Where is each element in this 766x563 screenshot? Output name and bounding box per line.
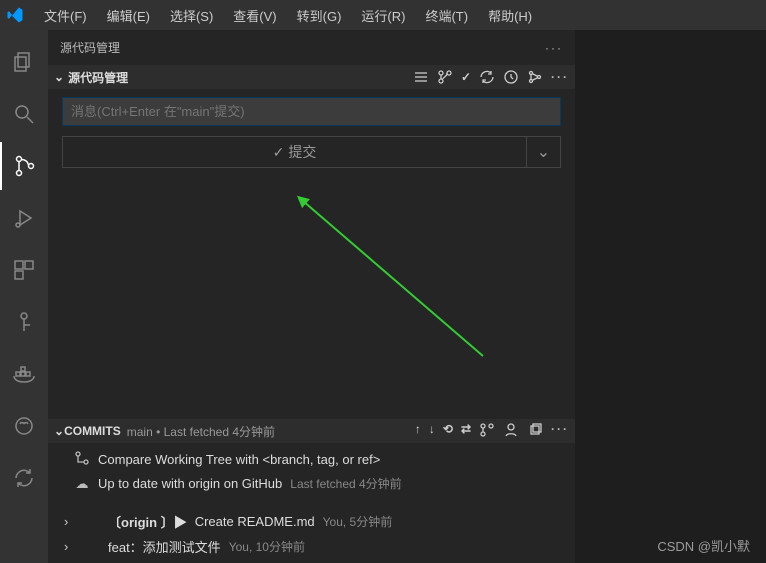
chevron-down-icon: ⌄ [54, 424, 64, 438]
commit-meta: You, 10分钟前 [229, 538, 305, 555]
activity-sync[interactable] [0, 454, 48, 502]
refresh-icon[interactable] [479, 69, 495, 85]
scm-more-button[interactable]: ··· [551, 69, 569, 85]
annotation-arrow [293, 186, 493, 366]
activity-extensions[interactable] [0, 246, 48, 294]
scm-section-header[interactable]: ⌄ 源代码管理 ✓ ··· [48, 65, 575, 89]
docker-icon [12, 362, 36, 386]
uptodate-sub: Last fetched 4分钟前 [290, 475, 401, 492]
commit-msg: Create README.md [195, 514, 315, 529]
commits-section-header[interactable]: ⌄ COMMITS main • Last fetched 4分钟前 ↑ ↓ ⟲… [48, 419, 575, 443]
commits-branch-info: main • Last fetched 4分钟前 [127, 423, 275, 440]
uptodate-text: Up to date with origin on GitHub [98, 476, 282, 491]
titlebar: 文件(F) 编辑(E) 选择(S) 查看(V) 转到(G) 运行(R) 终端(T… [0, 0, 766, 30]
activity-docker[interactable] [0, 350, 48, 398]
activity-copilot[interactable] [0, 402, 48, 450]
sync-icon [12, 466, 36, 490]
panel-title-text: 源代码管理 [60, 39, 120, 56]
chevron-down-icon: ⌄ [54, 70, 64, 84]
commits-list: Compare Working Tree with <branch, tag, … [48, 443, 575, 563]
menubar: 文件(F) 编辑(E) 选择(S) 查看(V) 转到(G) 运行(R) 终端(T… [34, 2, 542, 29]
activity-explorer[interactable] [0, 38, 48, 86]
commit-box: 提交 ⌄ [48, 89, 575, 176]
commits-more-button[interactable]: ··· [551, 422, 569, 441]
activity-scm[interactable] [0, 142, 48, 190]
copy-icon[interactable] [527, 422, 543, 441]
menu-terminal[interactable]: 终端(T) [415, 2, 478, 29]
pull-icon[interactable]: ↓ [429, 422, 435, 441]
commit-msg: feat：添加测试文件 [108, 537, 221, 556]
commit-meta: You, 5分钟前 [323, 513, 393, 530]
extensions-icon [12, 258, 36, 282]
commit-ref: 〔origin 〕▶ [108, 512, 187, 531]
commit-button[interactable]: 提交 [62, 136, 527, 168]
vscode-logo-icon [6, 6, 24, 24]
uptodate-row[interactable]: ☁ Up to date with origin on GitHub Last … [48, 472, 575, 495]
menu-view[interactable]: 查看(V) [223, 2, 286, 29]
fetch-icon[interactable]: ⟲ [443, 422, 453, 441]
scm-sidebar: 源代码管理 ··· ⌄ 源代码管理 ✓ ··· 提交 ⌄ [48, 30, 575, 563]
commit-row-2[interactable]: › feat：添加测试文件 You, 10分钟前 [48, 534, 575, 559]
expand-chevron-icon[interactable]: › [64, 539, 74, 554]
menu-help[interactable]: 帮助(H) [478, 2, 542, 29]
watermark: CSDN @凯小默 [657, 536, 750, 555]
commits-label: COMMITS [64, 424, 121, 438]
menu-file[interactable]: 文件(F) [34, 2, 97, 29]
commit-check-icon[interactable]: ✓ [461, 69, 471, 85]
debug-icon [12, 206, 36, 230]
gitlens-icon [12, 310, 36, 334]
commit-row-1[interactable]: › 〔origin 〕▶ Create README.md You, 5分钟前 [48, 509, 575, 534]
panel-more-button[interactable]: ··· [545, 41, 563, 55]
activity-bar [0, 30, 48, 563]
scm-section-label: 源代码管理 [68, 69, 413, 86]
push-icon[interactable]: ↑ [415, 422, 421, 441]
source-control-icon [13, 154, 37, 178]
copilot-icon [12, 414, 36, 438]
branch-graph-icon[interactable] [479, 422, 495, 441]
graph-icon[interactable] [527, 69, 543, 85]
branch-icon[interactable] [437, 69, 453, 85]
compare-icon [74, 450, 90, 469]
menu-edit[interactable]: 编辑(E) [97, 2, 160, 29]
cloud-icon: ☁ [74, 476, 90, 492]
files-icon [12, 50, 36, 74]
menu-run[interactable]: 运行(R) [351, 2, 415, 29]
changes-area [48, 176, 575, 419]
compare-text: Compare Working Tree with <branch, tag, … [98, 452, 380, 467]
author-icon[interactable] [503, 422, 519, 441]
expand-chevron-icon[interactable]: › [64, 514, 74, 529]
activity-gitlens[interactable] [0, 298, 48, 346]
compare-row[interactable]: Compare Working Tree with <branch, tag, … [48, 447, 575, 472]
view-tree-icon[interactable] [413, 69, 429, 85]
history-icon[interactable] [503, 69, 519, 85]
commit-dropdown-button[interactable]: ⌄ [527, 136, 561, 168]
switch-branch-icon[interactable]: ⇄ [461, 422, 471, 441]
commit-message-input[interactable] [62, 97, 561, 126]
activity-debug[interactable] [0, 194, 48, 242]
scm-header-actions: ✓ ··· [413, 69, 569, 85]
search-icon [12, 102, 36, 126]
activity-search[interactable] [0, 90, 48, 138]
menu-selection[interactable]: 选择(S) [160, 2, 223, 29]
menu-go[interactable]: 转到(G) [287, 2, 352, 29]
panel-title: 源代码管理 ··· [48, 30, 575, 65]
